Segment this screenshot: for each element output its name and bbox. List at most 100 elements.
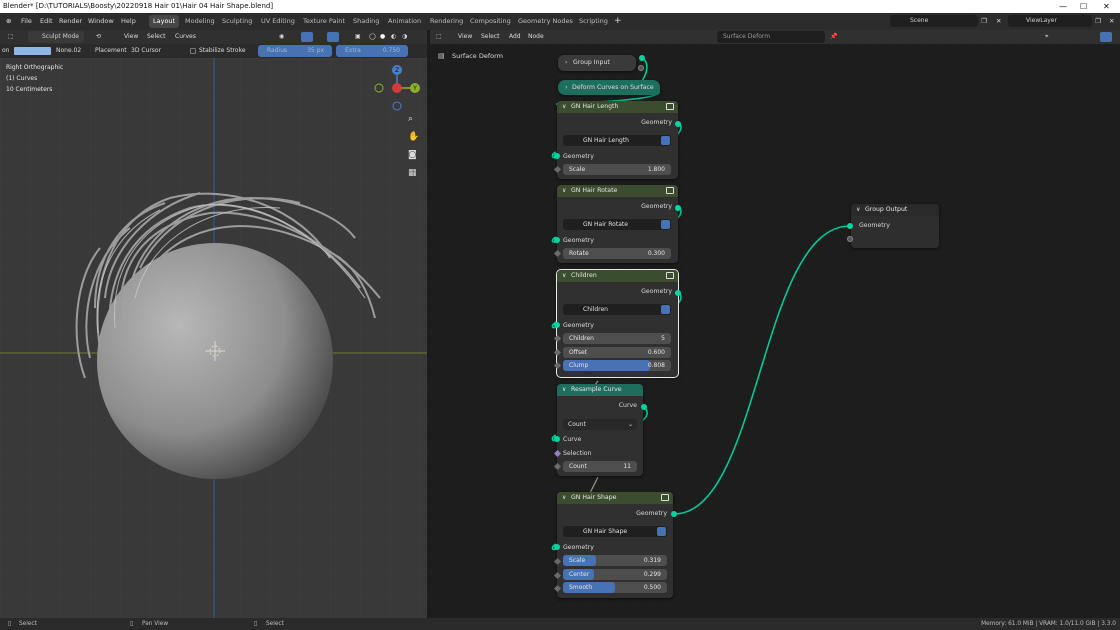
minimize-icon[interactable]: — [1059, 0, 1067, 13]
mode-selector[interactable]: Sculpt Mode [28, 31, 84, 43]
group-input-empty-socket[interactable] [638, 65, 644, 71]
gizmo-toggle-icon[interactable] [301, 32, 313, 42]
node-group-selector[interactable]: GN Hair Length [563, 135, 671, 146]
radius-field[interactable]: Radius 35 px [258, 45, 332, 57]
node-header[interactable]: ∨ GN Hair Rotate [557, 185, 678, 197]
node-header[interactable]: ∨ GN Hair Shape [557, 492, 673, 504]
clump-field[interactable]: Clump 0.808 [563, 360, 671, 371]
fake-user-icon[interactable] [661, 220, 670, 229]
node-editor-type-icon[interactable]: ⬚ [436, 30, 442, 44]
overlay-toggle-icon[interactable] [327, 32, 339, 42]
maximize-icon[interactable]: ☐ [1080, 0, 1087, 13]
tab-compositing[interactable]: Compositing [466, 15, 515, 28]
tab-scripting[interactable]: Scripting [575, 15, 612, 28]
socket-output-geometry[interactable] [675, 205, 681, 211]
snap-icon[interactable]: ⌖ [1045, 30, 1048, 44]
tab-geometry-nodes[interactable]: Geometry Nodes [514, 15, 577, 28]
smooth-field[interactable]: Smooth 0.500 [563, 582, 667, 593]
wireframe-shading-icon[interactable]: ◯ [369, 30, 376, 44]
close-icon[interactable]: ✕ [1103, 0, 1110, 13]
ortho-grid-icon[interactable]: ▦ [408, 168, 417, 178]
blender-logo-icon[interactable]: ⊛ [6, 13, 11, 30]
view-layer-selector[interactable]: ViewLayer [1008, 15, 1092, 27]
scene-new-icon[interactable]: ❐ [981, 13, 987, 30]
scale-field[interactable]: Scale 1.800 [563, 164, 671, 175]
node-menu-node[interactable]: Node [528, 30, 544, 44]
add-workspace-icon[interactable]: + [614, 13, 622, 30]
tab-modeling[interactable]: Modeling [181, 15, 219, 28]
socket-output-curve[interactable] [641, 404, 647, 410]
tab-shading[interactable]: Shading [349, 15, 383, 28]
fake-user-icon[interactable] [657, 527, 666, 536]
collapse-chevron-icon[interactable]: › [565, 59, 567, 66]
node-header[interactable]: ∨ GN Hair Length [557, 101, 678, 113]
solid-shading-icon[interactable]: ● [380, 30, 385, 44]
node-group-selector[interactable]: GN Hair Rotate [563, 219, 671, 230]
collapse-chevron-icon[interactable]: ∨ [562, 384, 566, 396]
pan-hand-icon[interactable]: ✋ [408, 132, 419, 142]
scene-selector[interactable]: Scene [890, 15, 978, 27]
socket-input-geometry[interactable] [847, 223, 853, 229]
menu-render[interactable]: Render [59, 13, 82, 30]
stabilize-checkbox[interactable] [190, 48, 196, 54]
group-input-socket[interactable] [639, 55, 645, 61]
transform-icon[interactable]: ⟲ [96, 30, 101, 44]
visibility-icon[interactable]: ◉ [279, 30, 284, 44]
rendered-shading-icon[interactable]: ◑ [402, 30, 407, 44]
socket-output-geometry[interactable] [675, 121, 681, 127]
node-menu-view[interactable]: View [458, 30, 472, 44]
center-field[interactable]: Center 0.299 [563, 569, 667, 580]
view-layer-new-icon[interactable]: ❐ [1095, 13, 1101, 30]
node-header[interactable]: ∨ Children [557, 270, 678, 282]
material-shading-icon[interactable]: ◐ [391, 30, 396, 44]
tab-texture-paint[interactable]: Texture Paint [299, 15, 349, 28]
fake-user-icon[interactable] [661, 305, 670, 314]
socket-output-geometry[interactable] [671, 511, 677, 517]
viewport-menu-view[interactable]: View [124, 30, 138, 44]
collapse-chevron-icon[interactable]: ∨ [562, 270, 566, 282]
3d-viewport[interactable]: Z Y Right Orthographic (1) Curves 10 Cen… [0, 58, 427, 618]
node-children[interactable]: ∨ Children Geometry Children Geometry Chi… [556, 269, 679, 378]
collapse-chevron-icon[interactable]: › [565, 84, 567, 91]
node-menu-select[interactable]: Select [481, 30, 500, 44]
brush-color-swatch[interactable] [14, 47, 51, 55]
node-group-selector[interactable]: GN Hair Shape [563, 526, 667, 537]
node-header[interactable]: ∨ Resample Curve [557, 384, 643, 396]
zoom-icon[interactable]: ⌕ [408, 114, 413, 124]
node-group-selector[interactable]: Children [563, 304, 671, 315]
camera-icon[interactable]: ◙ [408, 150, 417, 160]
xray-icon[interactable]: ▣ [355, 30, 361, 44]
menu-edit[interactable]: Edit [40, 13, 53, 30]
menu-window[interactable]: Window [88, 13, 114, 30]
tab-layout[interactable]: Layout [149, 15, 180, 28]
extra-field[interactable]: Extra 0.750 [336, 45, 408, 57]
collapse-chevron-icon[interactable]: ∨ [856, 204, 860, 216]
collapse-chevron-icon[interactable]: ∨ [562, 101, 566, 113]
node-editor-canvas[interactable]: ▤ Surface Deform › Group Input › Deform … [430, 44, 1120, 618]
offset-field[interactable]: Offset 0.600 [563, 347, 671, 358]
tab-sculpting[interactable]: Sculpting [218, 15, 256, 28]
count-field[interactable]: Count 11 [563, 461, 637, 472]
tab-uv-editing[interactable]: UV Editing [257, 15, 299, 28]
socket-input-geometry[interactable] [554, 322, 560, 328]
node-overlay-icon[interactable] [1100, 32, 1112, 42]
node-tree-selector[interactable]: Surface Deform [717, 31, 825, 43]
socket-input-curve[interactable] [554, 436, 560, 442]
node-gn-hair-shape[interactable]: ∨ GN Hair Shape Geometry GN Hair Shape Ge… [557, 492, 673, 598]
menu-file[interactable]: File [21, 13, 32, 30]
scale-field[interactable]: Scale 0.319 [563, 555, 667, 566]
tab-rendering[interactable]: Rendering [426, 15, 467, 28]
pin-icon[interactable]: 📌 [830, 30, 837, 44]
socket-input-geometry[interactable] [554, 237, 560, 243]
menu-help[interactable]: Help [121, 13, 136, 30]
node-header[interactable]: ∨ Group Output [851, 204, 939, 216]
view-layer-delete-icon[interactable]: ✕ [1109, 13, 1114, 30]
socket-input-geometry[interactable] [554, 544, 560, 550]
mode-dropdown[interactable]: Count ⌄ [563, 419, 637, 430]
viewport-menu-curves[interactable]: Curves [175, 30, 196, 44]
collapse-chevron-icon[interactable]: ∨ [562, 492, 566, 504]
socket-input-geometry[interactable] [554, 153, 560, 159]
rotate-field[interactable]: Rotate 0.300 [563, 248, 671, 259]
tab-animation[interactable]: Animation [384, 15, 425, 28]
placement-selector[interactable]: 3D Cursor [131, 44, 161, 58]
